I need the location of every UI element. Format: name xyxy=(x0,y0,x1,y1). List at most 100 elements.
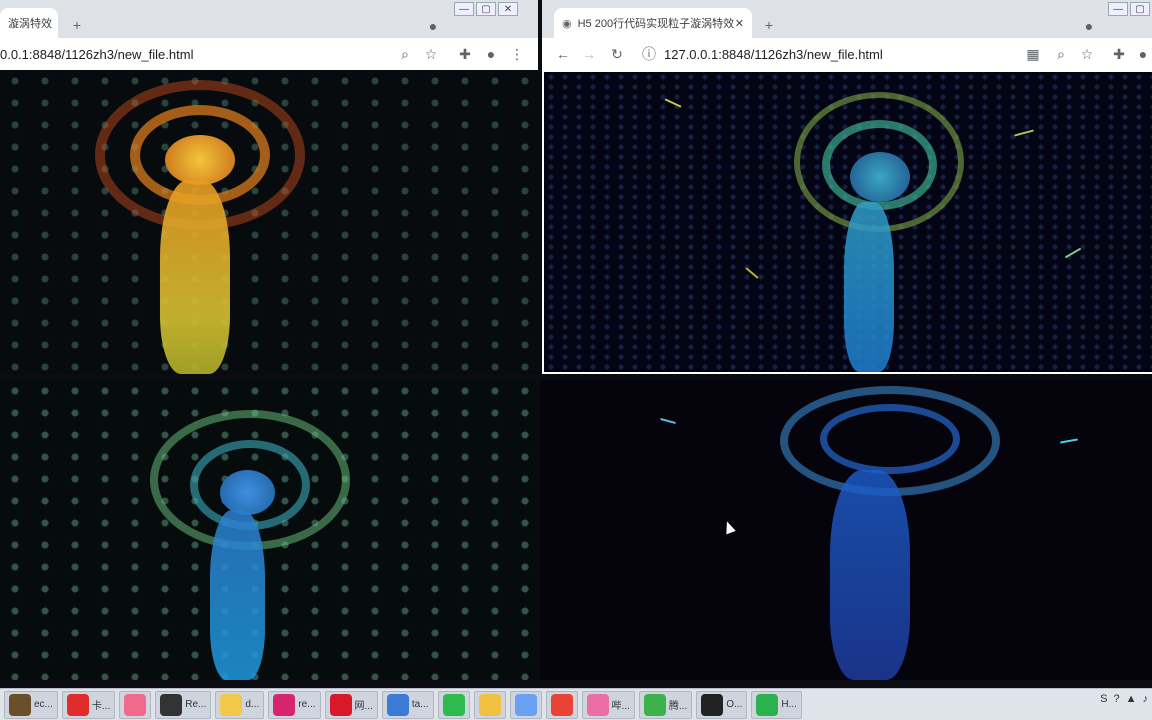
taskbar-item-label: ec... xyxy=(34,699,53,710)
toolbar: 0.0.1:8848/1126zh3/new_file.html ⌕ ☆ ✚ ●… xyxy=(0,38,538,70)
vortex-stem xyxy=(830,470,910,680)
taskbar-item[interactable] xyxy=(545,690,578,719)
pink-app-icon xyxy=(124,693,147,716)
vortex-stem xyxy=(210,510,265,680)
vortex-canvas-blue xyxy=(540,380,1152,680)
address-bar[interactable]: 127.0.0.1:8848/1126zh3/new_file.html xyxy=(664,47,883,62)
taskbar-item[interactable]: H... xyxy=(751,690,802,719)
taskbar-item-label: d... xyxy=(245,699,260,710)
bilibili-icon xyxy=(586,693,609,716)
wechat-icon xyxy=(442,693,465,716)
extensions-icon[interactable]: ✚ xyxy=(1108,43,1130,65)
cloud-icon xyxy=(514,693,537,716)
taskbar-item[interactable] xyxy=(509,690,542,719)
tab-strip: 漩涡特效 ✕ + ● — ▢ ✕ xyxy=(0,0,538,38)
close-icon[interactable]: ✕ xyxy=(735,17,744,30)
tab-title: H5 200行代码实现粒子漩涡特效 xyxy=(577,18,735,30)
star-icon[interactable]: ☆ xyxy=(1076,43,1098,65)
tab-title: 漩涡特效 xyxy=(8,18,52,30)
taskbar-item-label: O... xyxy=(726,699,743,710)
tray-icon[interactable]: ♪ xyxy=(1143,693,1149,705)
taskbar-item-label: re... xyxy=(298,699,316,710)
tray-icon[interactable]: S xyxy=(1100,693,1107,705)
taskbar-item[interactable]: Re... xyxy=(155,690,212,719)
star-icon[interactable]: ☆ xyxy=(420,43,442,65)
desktop: 漩涡特效 ✕ + ● — ▢ ✕ 0.0.1:8848/1126zh3/new_… xyxy=(0,0,1152,720)
window-controls: — ▢ xyxy=(1108,2,1150,16)
browser-tab[interactable]: 漩涡特效 ✕ xyxy=(0,8,58,38)
youdao-icon xyxy=(329,693,352,716)
toolbar: ← → ↻ ⓘ 127.0.0.1:8848/1126zh3/new_file.… xyxy=(542,38,1152,70)
new-tab-icon[interactable]: + xyxy=(66,14,88,36)
vortex-canvas-cyan xyxy=(544,72,1152,372)
close-window-icon[interactable]: ✕ xyxy=(498,2,518,16)
particle-streak xyxy=(660,417,676,425)
zoom-icon[interactable]: ⌕ xyxy=(1050,43,1072,65)
vortex-canvas-orange xyxy=(0,70,538,374)
zoom-icon[interactable]: ⌕ xyxy=(394,43,416,65)
globe-icon: ◉ xyxy=(562,17,572,30)
taskbar-item-label: 卡... xyxy=(91,701,111,712)
vortex-core xyxy=(220,470,275,515)
taskbar-item-label: H... xyxy=(781,699,797,710)
taskbar-item[interactable]: re... xyxy=(268,690,321,719)
taskbar-item[interactable]: 网... xyxy=(324,690,378,719)
qr-icon[interactable]: ▦ xyxy=(1022,43,1044,65)
taskbar-item-label: 网... xyxy=(354,701,373,712)
tab-search-icon[interactable]: ● xyxy=(1078,15,1100,37)
menu-icon[interactable]: ⋮ xyxy=(506,43,528,65)
taskbar-item[interactable] xyxy=(473,690,506,719)
window-icon xyxy=(386,693,409,716)
tencent-video-icon xyxy=(643,693,666,716)
vortex-stem xyxy=(844,202,894,372)
back-icon[interactable]: ← xyxy=(552,43,574,65)
tray-icon[interactable]: ? xyxy=(1113,693,1119,705)
tray-icon[interactable]: ▲ xyxy=(1126,693,1137,705)
taskbar-item-label: Re... xyxy=(185,699,207,710)
recorder-icon xyxy=(160,693,183,716)
browser-tab[interactable]: ◉ H5 200行代码实现粒子漩涡特效 ✕ xyxy=(554,8,752,38)
address-bar[interactable]: 0.0.1:8848/1126zh3/new_file.html xyxy=(0,47,193,62)
vortex-core xyxy=(850,152,910,202)
vortex-ring-mid xyxy=(820,404,960,474)
vortex-canvas-teal xyxy=(0,380,536,680)
taskbar-item-label: 腾... xyxy=(668,701,688,712)
profile-icon[interactable]: ● xyxy=(480,43,502,65)
taskbar-item-label: ta... xyxy=(411,699,429,710)
tab-strip: ◉ H5 200行代码实现粒子漩涡特效 ✕ + ● — ▢ xyxy=(542,0,1152,38)
extensions-icon[interactable]: ✚ xyxy=(454,43,476,65)
maximize-icon[interactable]: ▢ xyxy=(476,2,496,16)
obs-icon xyxy=(701,693,724,716)
taskbar-item[interactable] xyxy=(437,690,470,719)
maximize-icon[interactable]: ▢ xyxy=(1130,2,1150,16)
chrome-icon xyxy=(550,693,573,716)
window-controls: — ▢ ✕ xyxy=(454,2,518,16)
taskbar-item[interactable]: 腾... xyxy=(638,690,693,719)
taskbar-item[interactable] xyxy=(119,690,152,719)
profile-icon[interactable]: ● xyxy=(1132,43,1152,65)
right-browser-window: ◉ H5 200行代码实现粒子漩涡特效 ✕ + ● — ▢ ← → ↻ ⓘ 12… xyxy=(542,0,1152,374)
vortex-core xyxy=(165,135,235,185)
taskbar-item[interactable]: d... xyxy=(215,690,265,719)
taskbar-item[interactable]: ec... xyxy=(4,690,58,719)
left-browser-window: 漩涡特效 ✕ + ● — ▢ ✕ 0.0.1:8848/1126zh3/new_… xyxy=(0,0,538,374)
vortex-stem xyxy=(160,180,230,374)
taskbar-item[interactable]: 卡... xyxy=(61,690,116,719)
particle-streak xyxy=(1059,438,1079,444)
tab-search-icon[interactable]: ● xyxy=(422,15,444,37)
folder-icon xyxy=(478,693,501,716)
new-tab-icon[interactable]: + xyxy=(758,14,780,36)
system-tray: S? ▲ ♪ xyxy=(1100,693,1148,705)
forward-icon[interactable]: → xyxy=(578,43,600,65)
minimize-icon[interactable]: — xyxy=(454,2,474,16)
taskbar-item[interactable]: ta... xyxy=(381,690,434,719)
taskbar-item[interactable]: O... xyxy=(696,690,748,719)
app-icon xyxy=(9,693,31,716)
taskbar-item-label: 哔... xyxy=(611,701,630,712)
netease-music-icon xyxy=(66,693,89,716)
reload-icon[interactable]: ↻ xyxy=(606,43,628,65)
taskbar-item[interactable]: 哔... xyxy=(581,690,635,719)
minimize-icon[interactable]: — xyxy=(1108,2,1128,16)
duck-icon xyxy=(220,693,243,716)
taskbar: ec... 卡... Re... d... re... 网... ta... 哔... 腾...… xyxy=(0,688,1152,720)
